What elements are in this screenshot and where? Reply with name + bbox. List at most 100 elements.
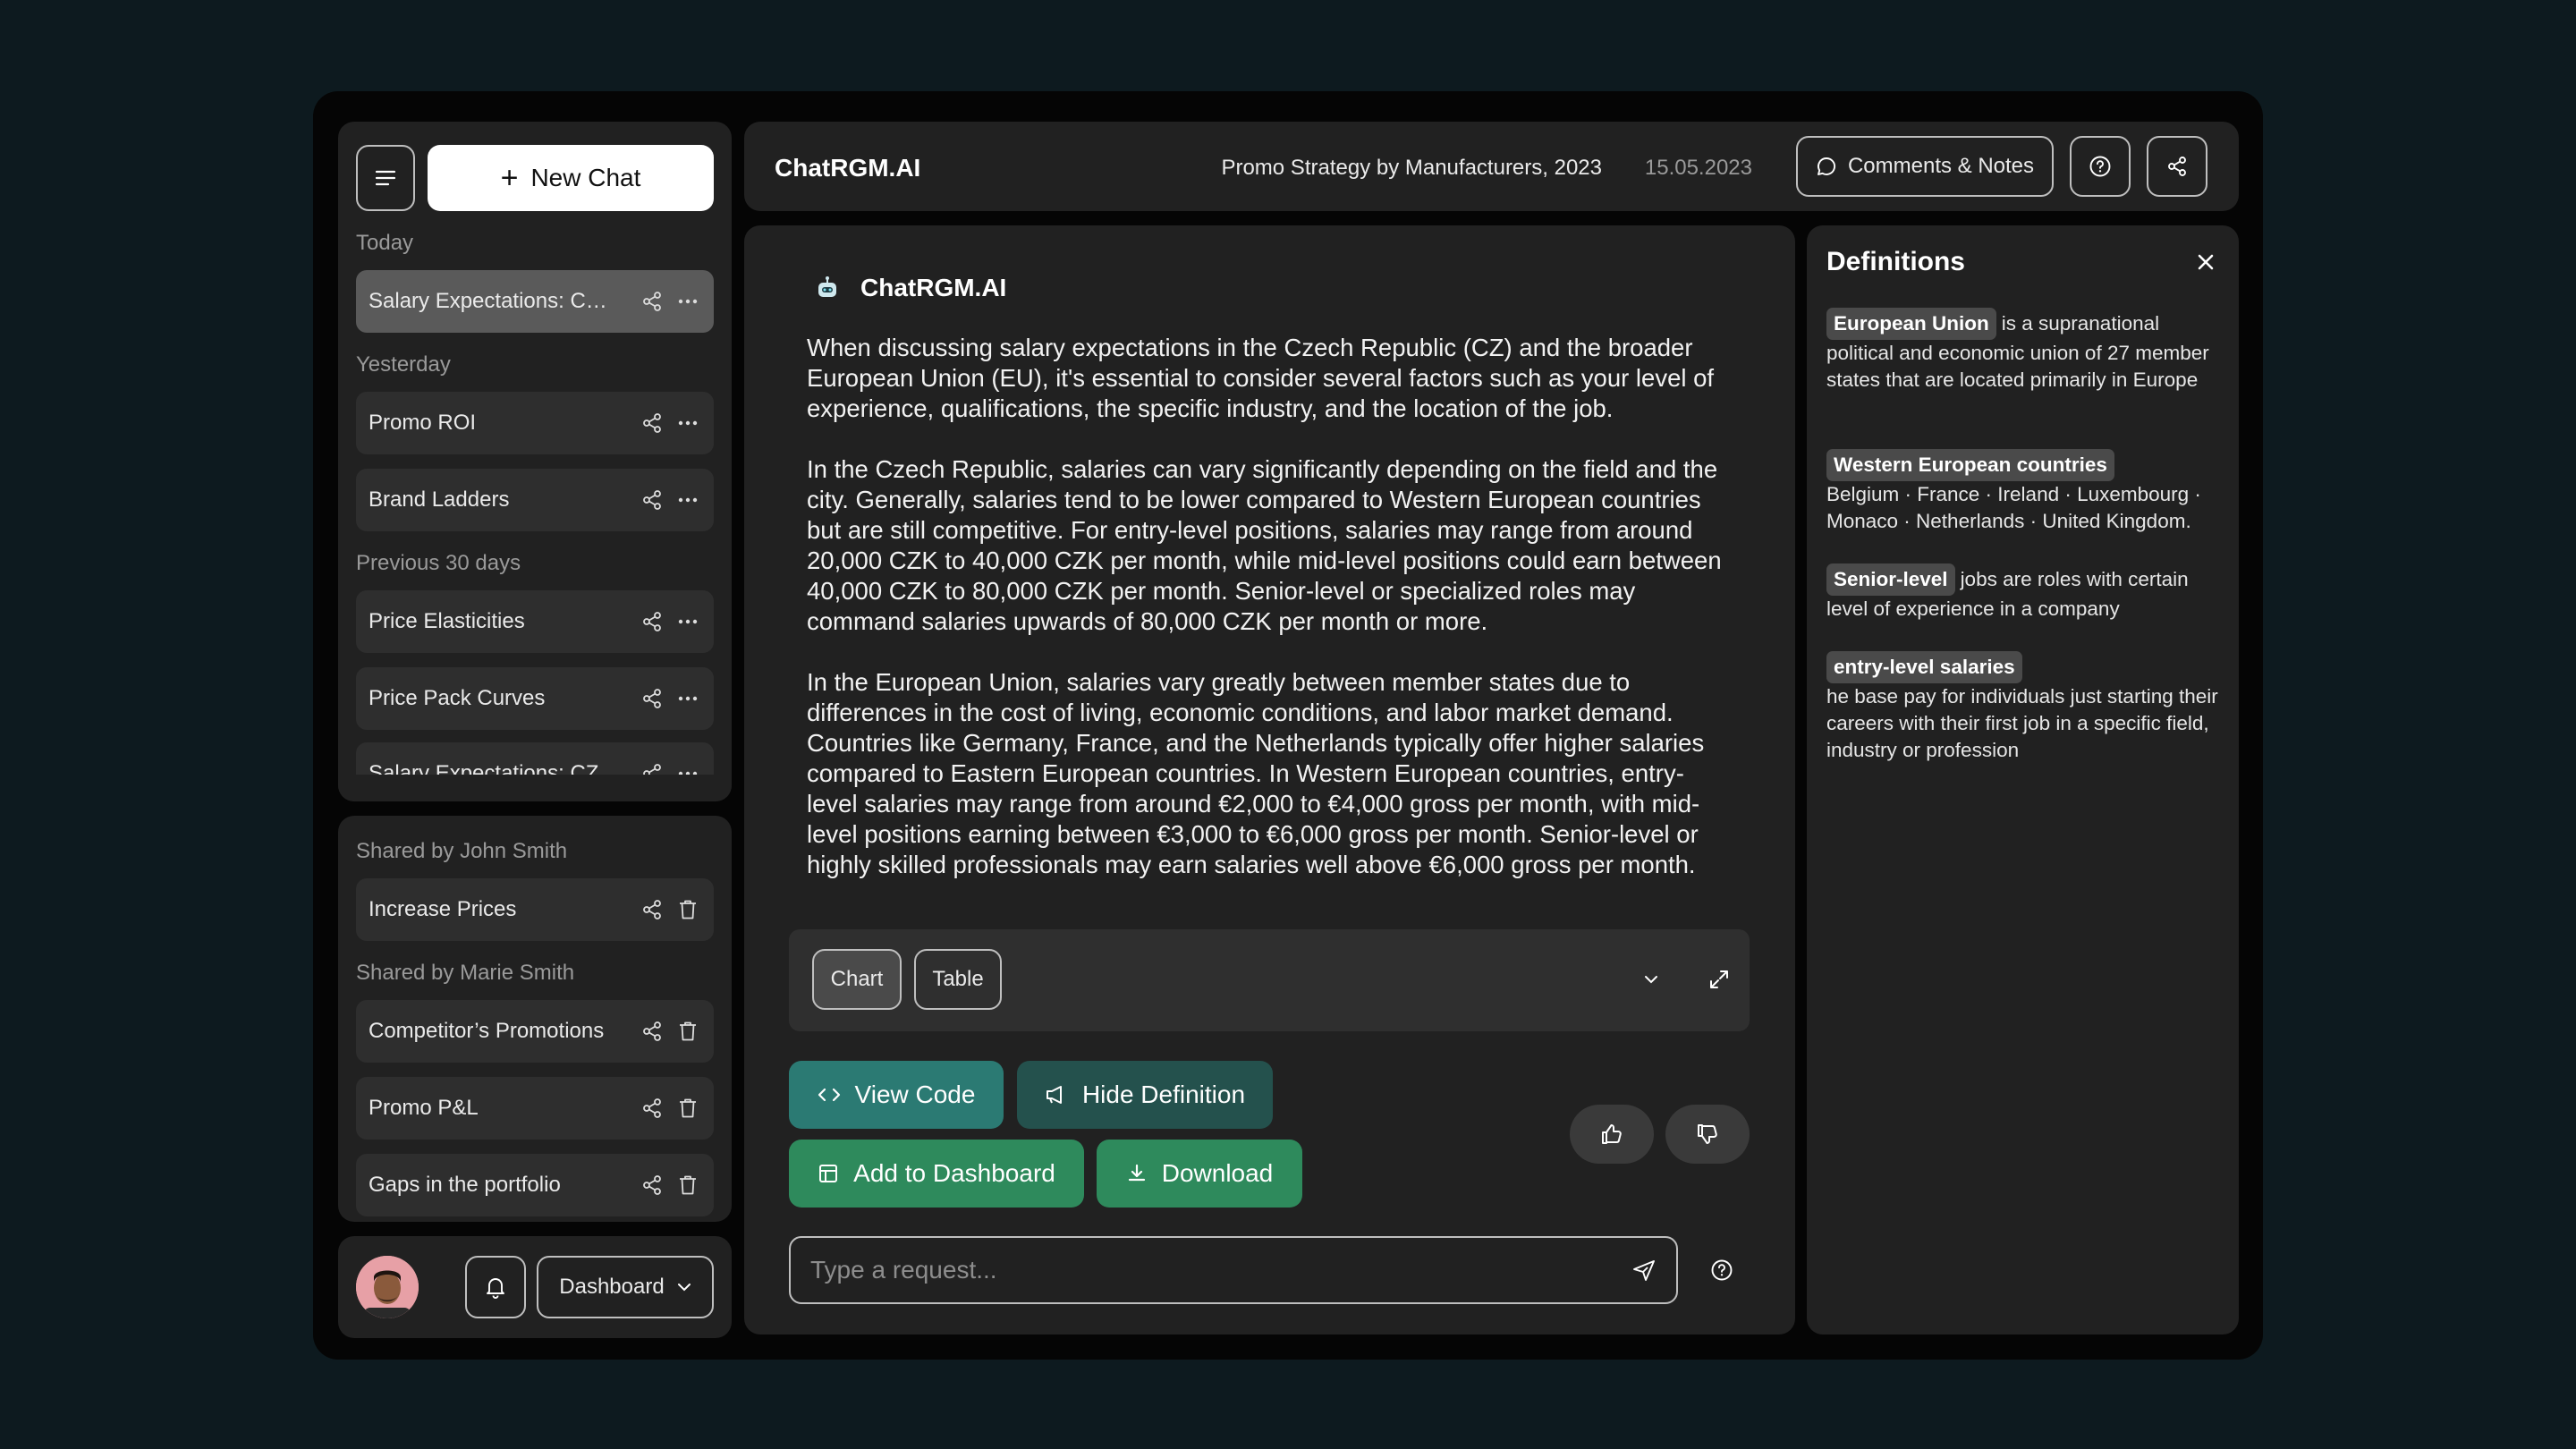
- chat-item-label: Brand Ladders: [369, 487, 510, 512]
- comments-label: Comments & Notes: [1847, 154, 2035, 178]
- list-clip: [338, 775, 732, 801]
- menu-button[interactable]: [356, 145, 415, 211]
- thumbs-down-button[interactable]: [1665, 1105, 1750, 1164]
- megaphone-icon: [1046, 1086, 1062, 1104]
- user-footer: Dashboard: [338, 1236, 732, 1338]
- download-label: Download: [1161, 1159, 1274, 1187]
- message-sender: ChatRGM.AI: [860, 274, 1007, 301]
- more-icon[interactable]: [674, 288, 701, 315]
- message-header: ChatRGM.AI: [814, 274, 1006, 302]
- hide-definition-button[interactable]: Hide Definition: [1017, 1061, 1273, 1129]
- tab-chart[interactable]: Chart: [812, 949, 902, 1010]
- app-title: ChatRGM.AI: [775, 154, 921, 182]
- add-to-dashboard-label: Add to Dashboard: [853, 1159, 1055, 1187]
- definition-text: Belgium · France · Ireland · Luxembourg …: [1826, 483, 2201, 532]
- chevron-down-icon: [677, 1284, 691, 1292]
- shared-chat-item[interactable]: Promo P&L: [356, 1077, 714, 1140]
- new-chat-label: New Chat: [530, 164, 641, 191]
- thumbs-up-button[interactable]: [1570, 1105, 1654, 1164]
- shared-chat-item[interactable]: Gaps in the portfolio: [356, 1154, 714, 1216]
- definition-item: entry-level salaries he base pay for indi…: [1826, 651, 2229, 764]
- new-chat-button[interactable]: + New Chat: [428, 145, 714, 211]
- menu-icon: [375, 170, 396, 186]
- chat-item-label: Gaps in the portfolio: [369, 1173, 561, 1197]
- definition-term: Senior-level: [1826, 564, 1955, 596]
- chat-item-label: Promo ROI: [369, 411, 477, 435]
- shared-chat-item[interactable]: Increase Prices: [356, 878, 714, 941]
- definition-text: he base pay for individuals just startin…: [1826, 685, 2218, 761]
- share-icon[interactable]: [639, 1018, 665, 1045]
- definitions-title: Definitions: [1826, 247, 1965, 276]
- definition-term: entry-level salaries: [1826, 651, 2022, 683]
- chat-main-panel: ChatRGM.AI When discussing salary expect…: [744, 225, 1795, 1335]
- code-icon: [818, 1088, 840, 1102]
- chat-item[interactable]: Price Elasticities: [356, 590, 714, 653]
- trash-icon[interactable]: [674, 896, 701, 923]
- more-icon[interactable]: [674, 685, 701, 712]
- help-icon[interactable]: [1707, 1255, 1737, 1285]
- chat-item[interactable]: Brand Ladders: [356, 469, 714, 531]
- chat-item-label: Price Elasticities: [369, 609, 525, 633]
- chevron-down-icon[interactable]: [1635, 963, 1667, 996]
- notifications-button[interactable]: [465, 1256, 526, 1318]
- share-icon[interactable]: [639, 685, 665, 712]
- document-title: Promo Strategy by Manufacturers, 2023: [1221, 156, 1602, 180]
- bell-icon: [487, 1278, 504, 1299]
- help-button[interactable]: [2070, 136, 2131, 197]
- tab-table[interactable]: Table: [914, 949, 1002, 1010]
- definition-item: European Union is a supranational politic…: [1826, 308, 2229, 394]
- chat-item[interactable]: Promo ROI: [356, 392, 714, 454]
- chat-item-label: Price Pack Curves: [369, 686, 546, 710]
- share-icon[interactable]: [639, 608, 665, 635]
- more-icon[interactable]: [674, 487, 701, 513]
- download-button[interactable]: Download: [1097, 1140, 1302, 1208]
- comment-icon: [1818, 157, 1835, 175]
- share-icon[interactable]: [639, 1095, 665, 1122]
- share-icon[interactable]: [639, 1172, 665, 1199]
- header-bar: ChatRGM.AI Promo Strategy by Manufacture…: [744, 122, 2239, 211]
- share-icon[interactable]: [639, 487, 665, 513]
- close-icon[interactable]: [2194, 250, 2217, 274]
- message-body: When discussing salary expectations in t…: [807, 333, 1728, 911]
- trash-icon[interactable]: [674, 1172, 701, 1199]
- chat-item-label: Increase Prices: [369, 897, 517, 921]
- share-icon[interactable]: [639, 288, 665, 315]
- share-icon: [2168, 157, 2186, 176]
- chat-item-label: Salary Expectations: CZ and EU: [369, 289, 630, 313]
- hide-definition-label: Hide Definition: [1081, 1080, 1246, 1108]
- share-icon[interactable]: [639, 410, 665, 436]
- view-code-label: View Code: [854, 1080, 976, 1108]
- shared-chat-item[interactable]: Competitor’s Promotions: [356, 1000, 714, 1063]
- chat-history-panel: + New Chat Today Salary Expectations: CZ…: [338, 122, 732, 801]
- trash-icon[interactable]: [674, 1095, 701, 1122]
- group-label-yesterday: Yesterday: [356, 352, 451, 377]
- chat-item[interactable]: Price Pack Curves: [356, 667, 714, 730]
- group-label-previous: Previous 30 days: [356, 551, 521, 575]
- help-icon: [2089, 156, 2111, 177]
- request-input[interactable]: Type a request...: [789, 1236, 1678, 1304]
- group-label-marie: Shared by Marie Smith: [356, 961, 575, 985]
- dashboard-label: Dashboard: [559, 1275, 665, 1299]
- expand-icon[interactable]: [1703, 963, 1735, 996]
- chat-item[interactable]: Salary Expectations: CZ and EU: [356, 270, 714, 333]
- message-paragraph: In the Czech Republic, salaries can vary…: [807, 455, 1722, 635]
- share-button[interactable]: [2147, 136, 2207, 197]
- comments-notes-button[interactable]: Comments & Notes: [1796, 136, 2054, 197]
- send-icon[interactable]: [1631, 1258, 1657, 1283]
- document-date: 15.05.2023: [1644, 156, 1752, 180]
- more-icon[interactable]: [674, 608, 701, 635]
- plus-icon: +: [500, 160, 519, 195]
- more-icon[interactable]: [674, 410, 701, 436]
- thumbs-down-icon: [1698, 1124, 1717, 1144]
- visualization-bar: Chart Table: [789, 929, 1750, 1031]
- view-code-button[interactable]: View Code: [789, 1061, 1004, 1129]
- trash-icon[interactable]: [674, 1018, 701, 1045]
- avatar[interactable]: [356, 1256, 419, 1318]
- definition-term: European Union: [1826, 308, 1996, 340]
- message-paragraph: When discussing salary expectations in t…: [807, 334, 1715, 422]
- shared-chats-panel: Shared by John Smith Increase Prices Sha…: [338, 816, 732, 1222]
- share-icon[interactable]: [639, 896, 665, 923]
- thumbs-up-icon: [1602, 1124, 1622, 1144]
- dashboard-dropdown[interactable]: Dashboard: [537, 1256, 714, 1318]
- add-to-dashboard-button[interactable]: Add to Dashboard: [789, 1140, 1084, 1208]
